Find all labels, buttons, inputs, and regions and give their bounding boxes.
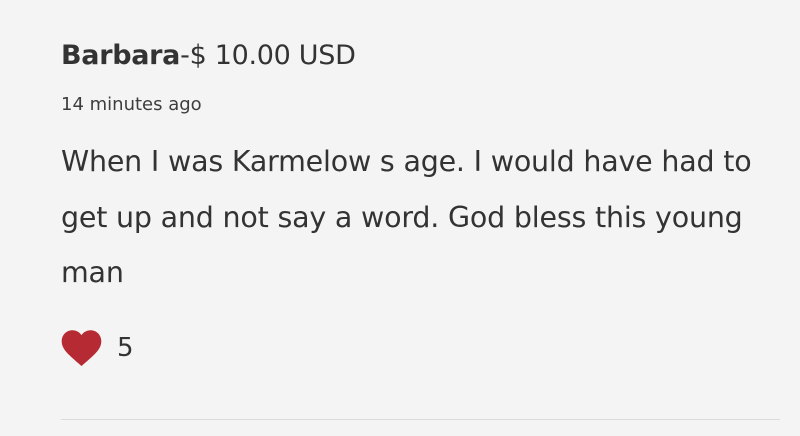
header-separator: - bbox=[180, 40, 190, 71]
divider bbox=[61, 419, 780, 420]
like-reaction[interactable]: 5 bbox=[61, 328, 134, 368]
heart-icon[interactable] bbox=[61, 329, 102, 367]
donor-name: Barbara bbox=[61, 40, 181, 71]
donation-message: When I was Karmelow s age. I would have … bbox=[61, 145, 752, 289]
like-count: 5 bbox=[117, 333, 134, 363]
donation-timestamp: 14 minutes ago bbox=[61, 94, 202, 115]
donation-amount: $ 10.00 USD bbox=[189, 40, 356, 71]
heart-shape bbox=[61, 330, 102, 366]
donation-card: Barbara-$ 10.00 USD 14 minutes ago When … bbox=[61, 0, 780, 436]
donation-header: Barbara-$ 10.00 USD bbox=[61, 36, 356, 76]
